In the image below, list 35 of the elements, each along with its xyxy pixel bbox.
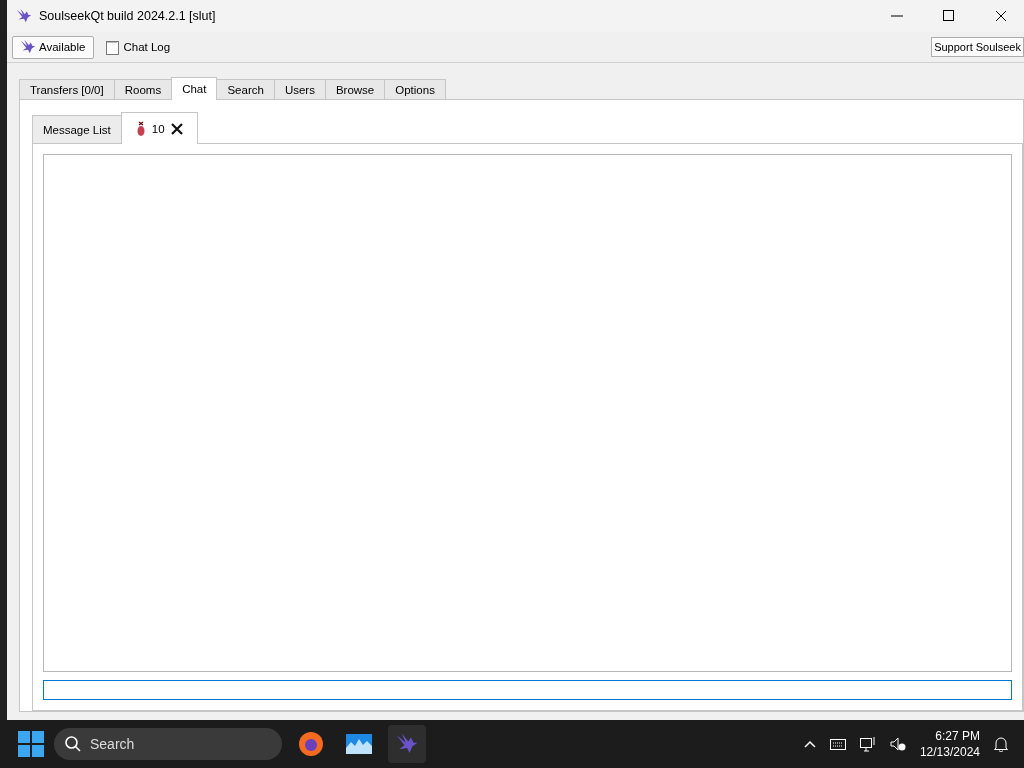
tab[interactable]: Rooms bbox=[113, 79, 173, 99]
tab[interactable]: Transfers [0/0] bbox=[19, 79, 115, 99]
tab[interactable]: Search bbox=[216, 79, 275, 99]
chevron-up-icon[interactable] bbox=[803, 740, 816, 748]
clock-time: 6:27 PM bbox=[935, 728, 980, 744]
tab[interactable]: Browse bbox=[324, 79, 386, 99]
notification-bell-icon[interactable] bbox=[994, 736, 1008, 752]
tab[interactable]: Users bbox=[273, 79, 326, 99]
tab[interactable]: Chat bbox=[171, 77, 218, 100]
window-title: SoulseekQt build 2024.2.1 [slut] bbox=[39, 9, 217, 23]
tab[interactable]: Options bbox=[384, 79, 446, 99]
speaker-muted-icon[interactable] bbox=[889, 737, 906, 751]
taskbar-search[interactable]: Search bbox=[54, 728, 282, 760]
close-icon bbox=[995, 10, 1007, 22]
wave-app-icon[interactable] bbox=[346, 734, 372, 754]
support-button[interactable]: Support Soulseek bbox=[931, 37, 1024, 57]
bird-icon bbox=[19, 38, 37, 56]
start-icon[interactable] bbox=[18, 731, 44, 757]
minimize-icon bbox=[891, 15, 903, 17]
search-icon bbox=[64, 735, 82, 753]
message-input[interactable] bbox=[43, 680, 1012, 700]
tab-label: 10 bbox=[151, 122, 165, 135]
conversation-tab[interactable]: Message List bbox=[32, 115, 122, 143]
network-icon[interactable] bbox=[859, 736, 876, 752]
notepad-icon bbox=[106, 39, 120, 55]
close-icon[interactable] bbox=[170, 122, 183, 135]
app-logo-icon bbox=[15, 7, 33, 25]
browser-icon[interactable] bbox=[298, 731, 324, 757]
tab-label: Message List bbox=[43, 123, 111, 136]
chat-log-button[interactable]: Chat Log bbox=[102, 39, 175, 55]
clock-date: 12/13/2024 bbox=[919, 744, 980, 760]
conversation-tab[interactable]: 10 bbox=[120, 112, 198, 144]
maximize-icon bbox=[943, 10, 955, 22]
status-button[interactable]: Available bbox=[12, 35, 95, 59]
keyboard-icon[interactable] bbox=[829, 738, 846, 750]
